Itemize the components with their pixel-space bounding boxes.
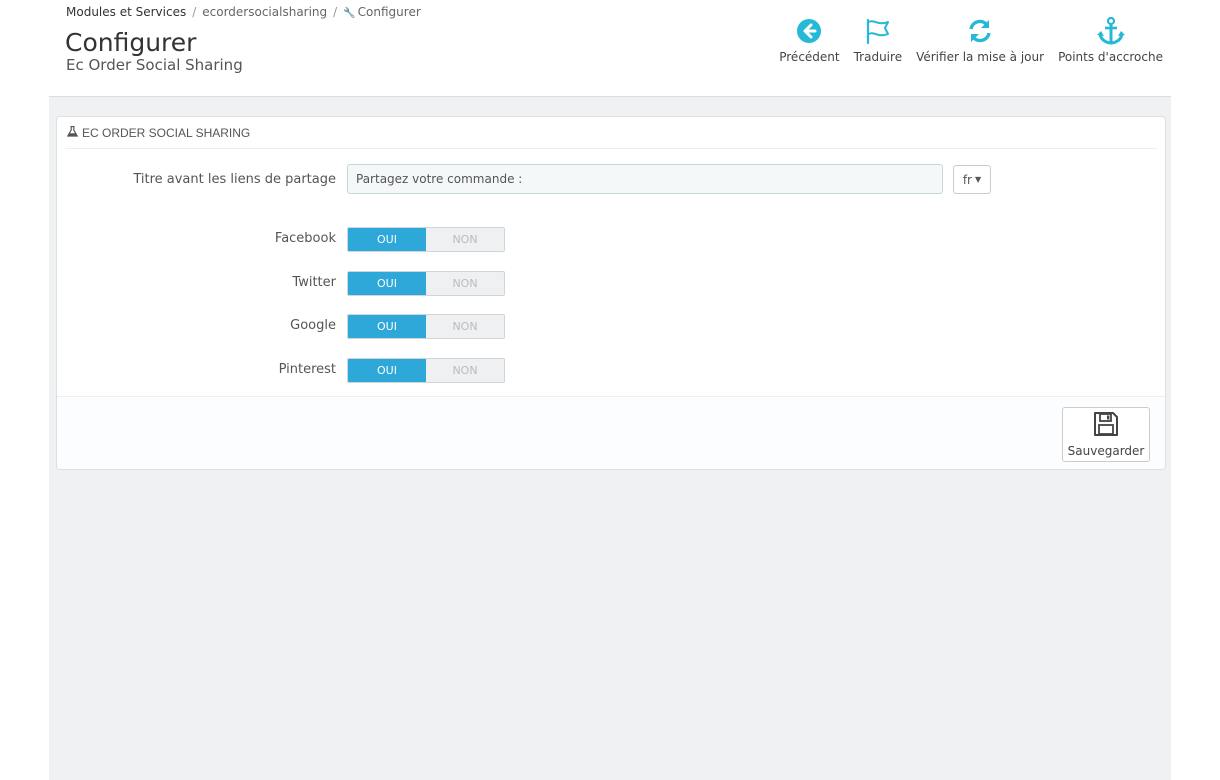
refresh-icon — [964, 16, 996, 46]
configuration-panel: EC ORDER SOCIAL SHARING Titre avant les … — [56, 116, 1166, 470]
language-dropdown[interactable]: fr ▼ — [953, 165, 991, 194]
back-button[interactable]: Précédent — [772, 16, 846, 64]
hooks-label: Points d'accroche — [1058, 50, 1163, 64]
breadcrumb-module-link[interactable]: ecordersocialsharing — [202, 5, 327, 19]
facebook-label: Facebook — [274, 231, 336, 246]
caret-down-icon: ▼ — [975, 175, 982, 184]
google-yes-option[interactable]: OUI — [348, 315, 426, 338]
pinterest-no-option[interactable]: NON — [426, 359, 504, 382]
flag-icon — [862, 16, 894, 46]
check-update-button[interactable]: Vérifier la mise à jour — [909, 16, 1051, 64]
google-no-option[interactable]: NON — [426, 315, 504, 338]
hooks-button[interactable]: Points d'accroche — [1051, 16, 1170, 64]
pinterest-yes-option[interactable]: OUI — [348, 359, 426, 382]
facebook-no-option[interactable]: NON — [426, 228, 504, 251]
back-label: Précédent — [779, 50, 840, 64]
page-header: Modules et Services / ecordersocialsharing… — [0, 0, 1220, 96]
twitter-no-option[interactable]: NON — [426, 272, 504, 295]
panel-heading: EC ORDER SOCIAL SHARING — [65, 117, 1157, 149]
wrench-icon: 🔧 — [343, 8, 356, 19]
translate-button[interactable]: Traduire — [847, 16, 909, 64]
panel-title: EC ORDER SOCIAL SHARING — [82, 125, 251, 140]
pinterest-switch: OUI NON — [347, 358, 505, 383]
arrow-left-circle-icon — [793, 16, 825, 46]
toolbar: Précédent Traduire Vérifier la mise à jo… — [772, 16, 1170, 64]
breadcrumb-modules-link[interactable]: Modules et Services — [66, 5, 186, 19]
check-update-label: Vérifier la mise à jour — [916, 50, 1045, 64]
panel-footer: Sauvegarder — [57, 396, 1165, 469]
save-button[interactable]: Sauvegarder — [1062, 407, 1150, 462]
share-title-input[interactable] — [347, 164, 943, 194]
breadcrumb-current: Configurer — [357, 5, 421, 19]
breadcrumb-separator: / — [333, 5, 338, 19]
facebook-yes-option[interactable]: OUI — [348, 228, 426, 251]
title-field-label: Titre avant les liens de partage — [133, 172, 336, 187]
pinterest-label: Pinterest — [278, 362, 336, 377]
translate-label: Traduire — [853, 50, 903, 64]
breadcrumb-separator: / — [192, 5, 197, 19]
breadcrumb: Modules et Services / ecordersocialsharing… — [66, 5, 421, 19]
google-switch: OUI NON — [347, 314, 505, 339]
floppy-disk-icon — [1093, 411, 1119, 441]
facebook-switch: OUI NON — [347, 227, 505, 252]
anchor-icon — [1095, 16, 1127, 46]
language-code: fr — [962, 172, 972, 187]
flask-icon — [66, 125, 79, 140]
twitter-label: Twitter — [292, 275, 336, 290]
page-title: Configurer — [65, 28, 197, 57]
twitter-yes-option[interactable]: OUI — [348, 272, 426, 295]
page-subtitle: Ec Order Social Sharing — [66, 56, 243, 74]
google-label: Google — [290, 318, 336, 333]
save-label: Sauvegarder — [1067, 444, 1145, 458]
twitter-switch: OUI NON — [347, 271, 505, 296]
